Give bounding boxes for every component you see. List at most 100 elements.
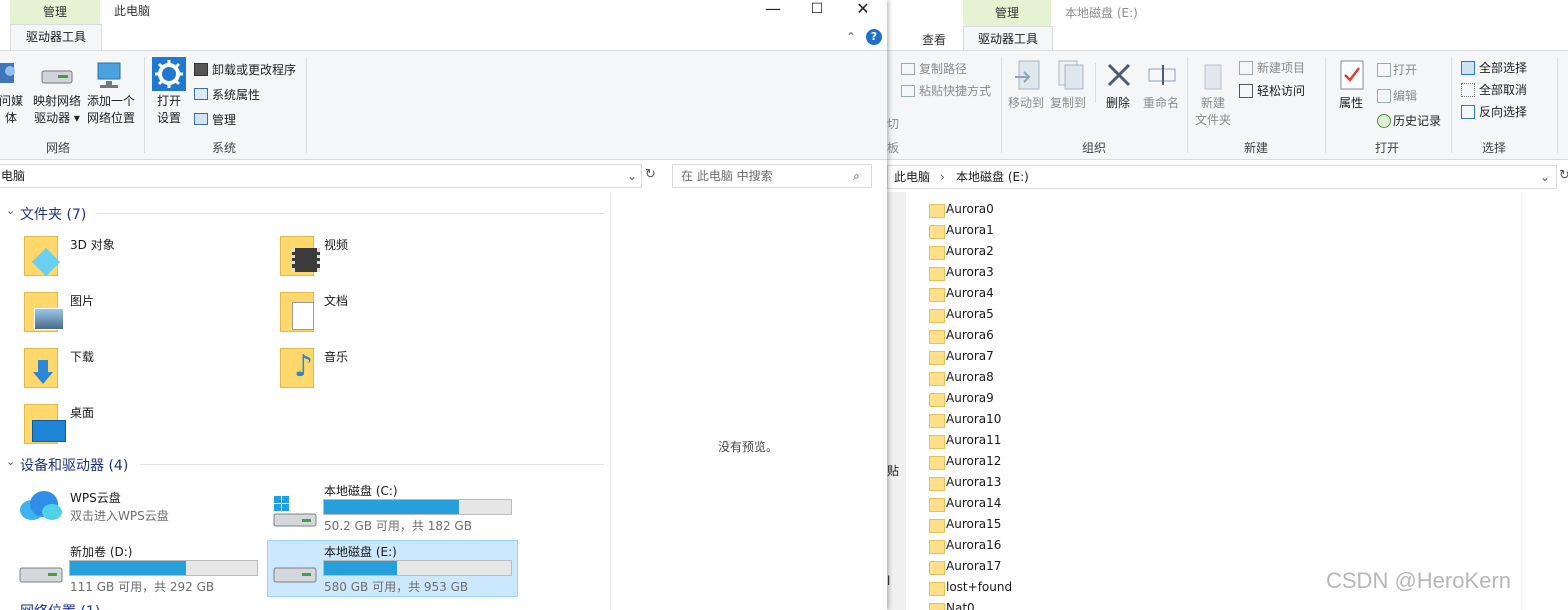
drive-c-usage-bar xyxy=(323,499,512,515)
help-icon[interactable]: ? xyxy=(866,29,882,45)
file-list-item[interactable]: Aurora4 xyxy=(946,286,994,300)
breadcrumb-this-pc[interactable]: 此电脑 xyxy=(894,166,930,188)
folder-music[interactable]: 音乐 xyxy=(324,348,348,365)
refresh-icon[interactable]: ↻ xyxy=(645,167,656,182)
address-dropdown-icon[interactable]: ⌄ xyxy=(1540,166,1550,188)
tab-manage[interactable]: 管理 xyxy=(963,0,1051,26)
new-folder-button-line1[interactable]: 新建 xyxy=(1193,95,1233,112)
file-list-item[interactable]: Aurora5 xyxy=(946,307,994,321)
move-to-button[interactable]: 移动到 xyxy=(1007,95,1045,112)
maximize-button[interactable]: ☐ xyxy=(794,0,840,22)
history-button[interactable]: 历史记录 xyxy=(1393,112,1441,129)
watermark: CSDN @HeroKern xyxy=(1326,568,1511,593)
file-list-item[interactable]: Aurora10 xyxy=(946,412,1001,426)
history-icon xyxy=(1377,114,1391,128)
folder-3d-objects[interactable]: 3D 对象 xyxy=(70,236,115,253)
select-all-button[interactable]: 全部选择 xyxy=(1479,59,1527,76)
file-list-item[interactable]: Aurora9 xyxy=(946,391,994,405)
folder-icon xyxy=(929,288,945,302)
folder-videos[interactable]: 视频 xyxy=(324,236,348,253)
tab-drive-tools[interactable]: 驱动器工具 xyxy=(10,24,102,51)
devices-section-header[interactable]: 设备和驱动器 (4) xyxy=(20,455,128,475)
copy-to-button[interactable]: 复制到 xyxy=(1049,95,1087,112)
uninstall-button[interactable]: 卸载或更改程序 xyxy=(212,61,296,78)
address-dropdown-icon[interactable]: ⌄ xyxy=(627,165,637,187)
copy-to-icon xyxy=(1058,60,1084,90)
drive-e-usage-bar xyxy=(323,560,512,576)
file-list-item[interactable]: Aurora3 xyxy=(946,265,994,279)
search-input[interactable]: 在 此电脑 中搜索 ⌕ xyxy=(672,164,872,188)
scrollbar[interactable] xyxy=(887,192,906,610)
refresh-icon[interactable]: ↻ xyxy=(1559,168,1568,183)
copy-path-button[interactable]: 复制路径 xyxy=(919,60,967,77)
minimize-button[interactable]: — xyxy=(750,0,796,22)
ribbon: 问媒体 映射网络 驱动器 ▾ 添加一个 网络位置 网络 打开 设置 卸载或更改程… xyxy=(0,50,887,160)
map-drive-button[interactable]: 映射网络 xyxy=(30,93,84,110)
drive-e-info: 580 GB 可用，共 953 GB xyxy=(324,580,469,594)
paste-shortcut-button[interactable]: 粘贴快捷方式 xyxy=(919,82,991,99)
open-settings-button[interactable]: 打开 xyxy=(148,93,190,110)
file-list-item[interactable]: Aurora16 xyxy=(946,538,1001,552)
collapse-folders-icon[interactable]: ⌄ xyxy=(6,204,15,217)
folder-pictures[interactable]: 图片 xyxy=(70,292,94,309)
edit-button[interactable]: 编辑 xyxy=(1393,87,1417,104)
address-bar[interactable]: 电脑 ⌄ xyxy=(0,164,642,188)
tab-drive-tools[interactable]: 驱动器工具 xyxy=(963,26,1053,51)
properties-icon xyxy=(1340,60,1364,90)
search-placeholder: 在 此电脑 中搜索 xyxy=(681,169,773,183)
rename-button[interactable]: 重命名 xyxy=(1141,95,1181,112)
system-properties-button[interactable]: 系统属性 xyxy=(212,86,260,103)
partial-label-2: 板 xyxy=(887,141,900,155)
file-list-item[interactable]: Aurora17 xyxy=(946,559,1001,573)
network-section-header[interactable]: 网络位置 (1) xyxy=(20,601,100,610)
invert-selection-button[interactable]: 反向选择 xyxy=(1479,103,1527,120)
address-bar[interactable]: 此电脑 › 本地磁盘 (E:) ⌄ xyxy=(887,165,1557,189)
media-button[interactable]: 问媒体 xyxy=(0,93,28,127)
rename-icon xyxy=(1148,65,1176,85)
wps-cloud-name[interactable]: WPS云盘 xyxy=(70,489,121,506)
breadcrumb-drive-e[interactable]: 本地磁盘 (E:) xyxy=(956,166,1029,188)
file-list-item[interactable]: Aurora12 xyxy=(946,454,1001,468)
easy-access-button[interactable]: 轻松访问 xyxy=(1257,82,1305,99)
collapse-devices-icon[interactable]: ⌄ xyxy=(6,455,15,468)
file-list-item[interactable]: lost+found xyxy=(946,580,1012,594)
collapse-ribbon-icon[interactable]: ⌃ xyxy=(846,30,856,44)
manage-icon xyxy=(194,113,208,125)
file-list-item[interactable]: Aurora13 xyxy=(946,475,1001,489)
delete-button[interactable]: 删除 xyxy=(1101,95,1135,112)
file-list-item[interactable]: Aurora15 xyxy=(946,517,1001,531)
file-list-item[interactable]: Aurora7 xyxy=(946,349,994,363)
add-network-location-button[interactable]: 添加一个 xyxy=(84,93,138,110)
folder-documents[interactable]: 文档 xyxy=(324,292,348,309)
folder-desktop[interactable]: 桌面 xyxy=(70,404,94,421)
new-item-button[interactable]: 新建项目 xyxy=(1257,59,1305,76)
drive-c-name[interactable]: 本地磁盘 (C:) xyxy=(324,482,398,499)
folder-icon xyxy=(929,372,945,386)
file-list-item[interactable]: Aurora14 xyxy=(946,496,1001,510)
drive-e-name[interactable]: 本地磁盘 (E:) xyxy=(324,543,397,560)
file-list-item[interactable]: Aurora8 xyxy=(946,370,994,384)
folder-icon xyxy=(929,393,945,407)
drive-d-name[interactable]: 新加卷 (D:) xyxy=(70,543,132,560)
file-list-item[interactable]: Aurora11 xyxy=(946,433,1001,447)
new-folder-icon xyxy=(1204,64,1222,90)
select-none-button[interactable]: 全部取消 xyxy=(1479,81,1527,98)
file-list-item[interactable]: Aurora6 xyxy=(946,328,994,342)
properties-button[interactable]: 属性 xyxy=(1333,95,1369,112)
side-fragment-2: l xyxy=(887,574,891,588)
folders-section-header[interactable]: 文件夹 (7) xyxy=(20,204,86,224)
manage-button[interactable]: 管理 xyxy=(212,111,236,128)
tab-view[interactable]: 查看 xyxy=(922,31,946,48)
file-list-item[interactable]: Aurora1 xyxy=(946,223,994,237)
tab-manage[interactable]: 管理 xyxy=(10,0,100,24)
folder-downloads[interactable]: 下载 xyxy=(70,348,94,365)
drive-d-usage-bar xyxy=(69,560,258,576)
search-icon: ⌕ xyxy=(853,169,860,183)
file-list-item[interactable]: Aurora0 xyxy=(946,202,994,216)
new-item-icon xyxy=(1239,61,1253,75)
file-list-item[interactable]: Nat0 xyxy=(946,601,975,610)
open-button[interactable]: 打开 xyxy=(1393,61,1417,78)
window-title: 此电脑 xyxy=(114,4,151,18)
file-list-item[interactable]: Aurora2 xyxy=(946,244,994,258)
close-button[interactable]: ✕ xyxy=(840,0,886,22)
